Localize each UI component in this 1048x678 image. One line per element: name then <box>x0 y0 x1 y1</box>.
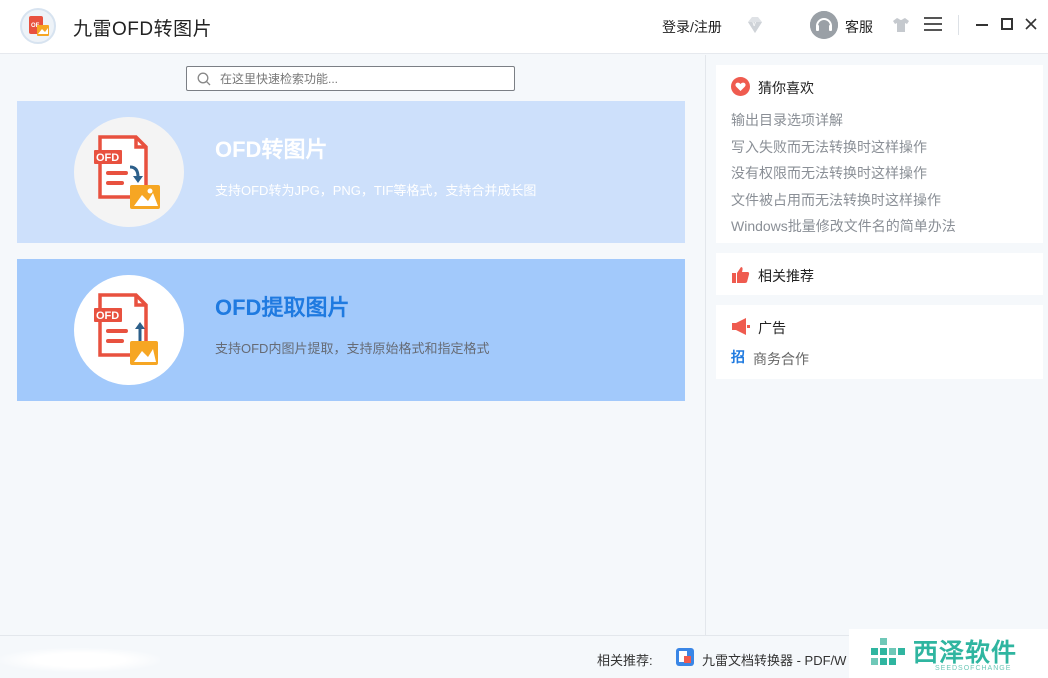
svg-text:OFD: OFD <box>96 310 119 322</box>
megaphone-icon <box>731 317 750 336</box>
watermark-title: 西泽软件 <box>913 639 1018 667</box>
svg-text:OFD: OFD <box>96 152 119 164</box>
search-input[interactable] <box>220 70 505 88</box>
login-register-link[interactable]: 登录/注册 <box>662 17 722 37</box>
minimize-icon[interactable] <box>972 14 992 34</box>
watermark-logo-icon <box>869 634 909 674</box>
panel-title: 相关推荐 <box>758 268 814 284</box>
main-area: OFD OFD转图片 支持OFD转为JPG，PNG，TIF等格式，支持合并成长图… <box>0 55 705 635</box>
ofd-to-image-icon: OFD <box>74 117 184 227</box>
menu-icon[interactable] <box>924 17 942 33</box>
ofd-extract-image-icon: OFD <box>74 275 184 385</box>
guess-list-item[interactable]: 没有权限而无法转换时这样操作 <box>731 163 956 190</box>
guess-list-item[interactable]: 输出目录选项详解 <box>731 110 956 137</box>
vip-diamond-icon[interactable]: V <box>744 14 766 36</box>
card-title: OFD提取图片 <box>215 295 350 320</box>
blurred-region <box>0 648 160 672</box>
related-recommend-panel[interactable]: 相关推荐 <box>716 253 1043 295</box>
guess-list-item[interactable]: Windows批量修改文件名的简单办法 <box>731 216 956 243</box>
title-bar: OF 九雷OFD转图片 登录/注册 V 客服 <box>0 0 1048 54</box>
footer-recommend-link[interactable]: 九雷文档转换器 - PDF/W <box>702 650 850 669</box>
card-ofd-extract-image[interactable]: OFD OFD提取图片 支持OFD内图片提取，支持原始格式和指定格式 <box>17 259 685 401</box>
card-description: 支持OFD转为JPG，PNG，TIF等格式，支持合并成长图 <box>215 183 537 198</box>
card-ofd-to-image[interactable]: OFD OFD转图片 支持OFD转为JPG，PNG，TIF等格式，支持合并成长图 <box>17 101 685 243</box>
search-icon <box>197 72 211 86</box>
guess-you-like-panel: 猜你喜欢 输出目录选项详解 写入失败而无法转换时这样操作 没有权限而无法转换时这… <box>716 65 1043 243</box>
customer-service-icon[interactable] <box>810 11 838 39</box>
close-icon[interactable] <box>1021 14 1041 34</box>
card-title: OFD转图片 <box>215 137 328 162</box>
ad-link-label: 商务合作 <box>753 351 809 367</box>
customer-service-label[interactable]: 客服 <box>845 17 873 37</box>
thumbs-up-icon <box>731 265 750 284</box>
heart-icon <box>731 77 750 96</box>
skin-tshirt-icon[interactable] <box>892 16 910 34</box>
advertisement-panel: 广告 招 商务合作 <box>716 305 1043 379</box>
titlebar-divider <box>958 15 959 35</box>
app-title: 九雷OFD转图片 <box>73 19 213 40</box>
app-logo-icon: OF <box>20 8 56 44</box>
maximize-icon[interactable] <box>997 14 1017 34</box>
panel-title: 广告 <box>758 320 786 336</box>
guess-list-item[interactable]: 写入失败而无法转换时这样操作 <box>731 137 956 164</box>
search-box[interactable] <box>186 66 515 91</box>
guess-list-item[interactable]: 文件被占用而无法转换时这样操作 <box>731 190 956 217</box>
footer-label: 相关推荐: <box>597 653 653 668</box>
card-description: 支持OFD内图片提取，支持原始格式和指定格式 <box>215 341 490 356</box>
right-sidebar: 猜你喜欢 输出目录选项详解 写入失败而无法转换时这样操作 没有权限而无法转换时这… <box>705 55 1048 635</box>
footer-bar: 相关推荐: 九雷文档转换器 - PDF/W 西泽软件 SEEDSOFCHANGE <box>0 629 1048 678</box>
recruit-badge-icon: 招 <box>731 349 745 365</box>
watermark: 西泽软件 SEEDSOFCHANGE <box>849 629 1048 678</box>
panel-title: 猜你喜欢 <box>758 80 814 96</box>
guess-list: 输出目录选项详解 写入失败而无法转换时这样操作 没有权限而无法转换时这样操作 文… <box>731 110 956 243</box>
doc-converter-app-icon[interactable] <box>676 648 694 666</box>
watermark-subtitle: SEEDSOFCHANGE <box>935 665 1012 672</box>
